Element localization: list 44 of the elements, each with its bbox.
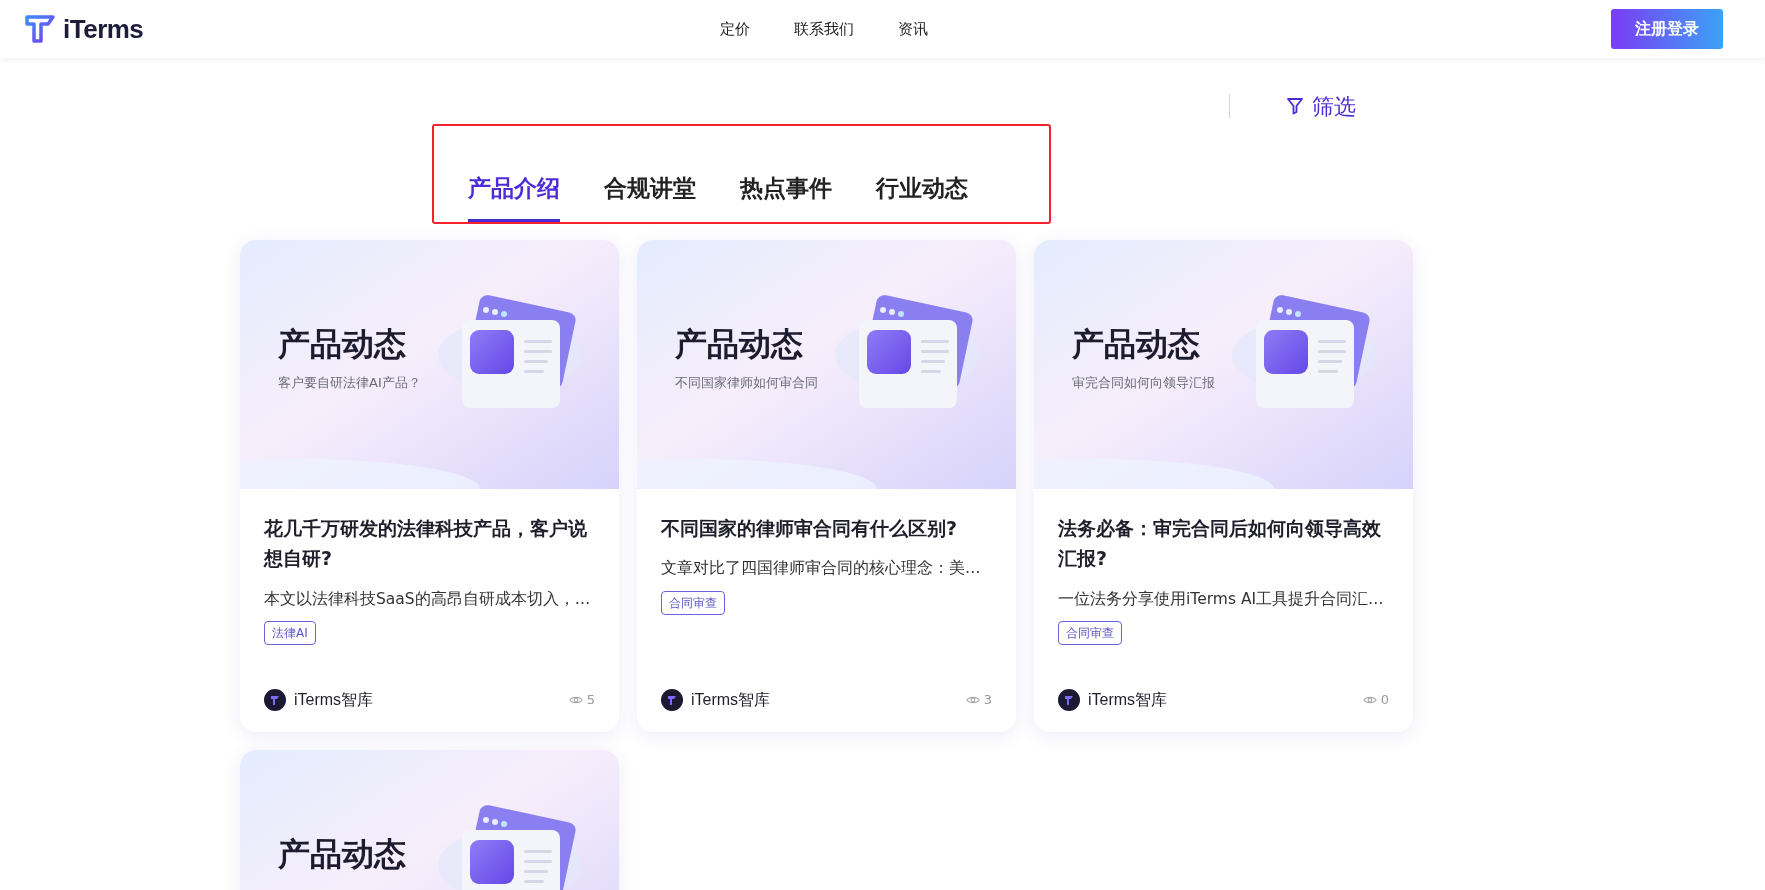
article-title: 法务必备：审完合同后如何向领导高效汇报? bbox=[1058, 516, 1382, 572]
tag: 合同审查 bbox=[1058, 621, 1122, 646]
tab[interactable]: 行业动态 bbox=[876, 152, 968, 222]
article-summary: 文章对比了四国律师审合同的核心理念：美… bbox=[661, 558, 982, 580]
view-count: 3 bbox=[965, 690, 992, 710]
avatar-icon bbox=[1058, 689, 1080, 711]
view-count: 5 bbox=[568, 690, 595, 710]
nav-link[interactable]: 联系我们 bbox=[794, 17, 855, 41]
article-summary: 一位法务分享使用iTerms AI工具提升合同汇… bbox=[1058, 588, 1385, 610]
article-title: 不同国家的律师审合同有什么区别? bbox=[661, 516, 959, 541]
author-name: iTerms智库 bbox=[691, 690, 771, 710]
eye-icon bbox=[965, 695, 980, 705]
author-name: iTerms智库 bbox=[294, 690, 374, 710]
article-title: 花几千万研发的法律科技产品，客户说想自研? bbox=[264, 516, 588, 572]
view-count: 0 bbox=[1362, 690, 1389, 710]
article-card[interactable]: 产品动态 bbox=[240, 750, 619, 890]
filter-icon bbox=[1286, 97, 1304, 115]
cover-subtitle: 客户要自研法律AI产品？ bbox=[278, 374, 421, 392]
cover-title: 产品动态 bbox=[278, 834, 406, 875]
avatar-icon bbox=[264, 689, 286, 711]
logo-text: iTerms bbox=[63, 12, 144, 46]
cover-title: 产品动态 bbox=[278, 324, 406, 365]
nav-link[interactable]: 定价 bbox=[720, 17, 751, 41]
cover-subtitle: 审完合同如何向领导汇报 bbox=[1072, 374, 1215, 392]
article-card[interactable]: 产品动态 客户要自研法律AI产品？ 花几千万研发的法律科技产品，客户说想自研? 本文以法律科技SaaS的高昂自研成本切入，… 法律AI iTerms智库 5 bbox=[240, 240, 619, 732]
cover-title: 产品动态 bbox=[1072, 324, 1200, 365]
tab[interactable]: 产品介绍 bbox=[468, 152, 560, 222]
tab[interactable]: 合规讲堂 bbox=[604, 152, 696, 222]
signup-button[interactable]: 注册登录 bbox=[1611, 9, 1724, 49]
article-card[interactable]: 产品动态 不同国家律师如何审合同 不同国家的律师审合同有什么区别? 文章对比了四国律师审合同的核心理念：美… 合同审查 iTerms智库 3 bbox=[637, 240, 1016, 732]
logo-icon bbox=[25, 15, 55, 43]
eye-icon bbox=[1362, 695, 1377, 705]
tab[interactable]: 热点事件 bbox=[740, 152, 832, 222]
article-card[interactable]: 产品动态 审完合同如何向领导汇报 法务必备：审完合同后如何向领导高效汇报? 一位法务分享使用iTerms AI工具提升合同汇… 合同审查 iTerms智库 0 bbox=[1034, 240, 1413, 732]
cover-title: 产品动态 bbox=[675, 324, 803, 365]
filter-button[interactable]: 筛选 bbox=[1280, 86, 1362, 126]
eye-icon bbox=[568, 695, 583, 705]
tag: 法律AI bbox=[264, 621, 316, 646]
article-summary: 本文以法律科技SaaS的高昂自研成本切入，… bbox=[264, 588, 592, 610]
tag: 合同审查 bbox=[661, 590, 725, 615]
author-name: iTerms智库 bbox=[1088, 690, 1168, 710]
cover-subtitle: 不同国家律师如何审合同 bbox=[675, 374, 818, 392]
avatar-icon bbox=[661, 689, 683, 711]
nav-link[interactable]: 资讯 bbox=[898, 17, 929, 41]
